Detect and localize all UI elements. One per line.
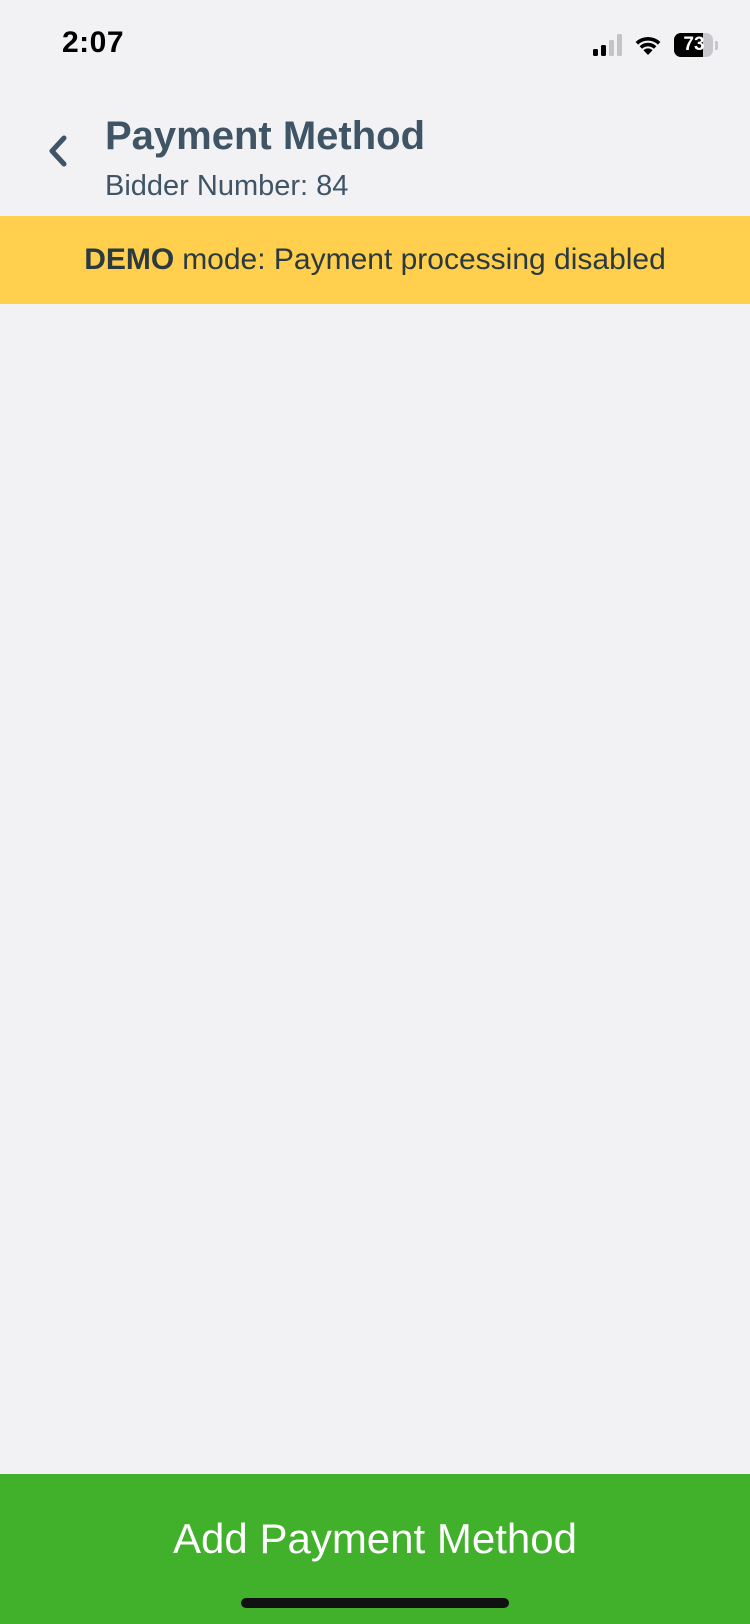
cellular-signal-icon <box>593 34 622 56</box>
status-icons: 73 <box>593 32 718 58</box>
home-indicator[interactable] <box>241 1598 509 1608</box>
wifi-icon <box>635 36 661 55</box>
battery-percent: 73 <box>683 34 705 55</box>
payment-method-screen: 2:07 73 Payment Method Bidder Number: 84… <box>0 0 750 1624</box>
payment-methods-list <box>0 304 750 1474</box>
page-title: Payment Method <box>105 114 426 158</box>
back-button[interactable] <box>38 126 78 176</box>
bidder-number: Bidder Number: 84 <box>105 170 349 202</box>
demo-message: mode: Payment processing disabled <box>182 243 666 276</box>
nav-header: Payment Method Bidder Number: 84 <box>0 86 750 216</box>
chevron-left-icon <box>49 135 67 167</box>
demo-mode-banner: DEMO mode: Payment processing disabled <box>0 216 750 304</box>
status-bar: 2:07 73 <box>0 0 750 86</box>
add-payment-method-label: Add Payment Method <box>173 1515 577 1562</box>
demo-label: DEMO <box>84 243 175 276</box>
status-time: 2:07 <box>62 26 125 59</box>
battery-icon: 73 <box>674 33 718 57</box>
